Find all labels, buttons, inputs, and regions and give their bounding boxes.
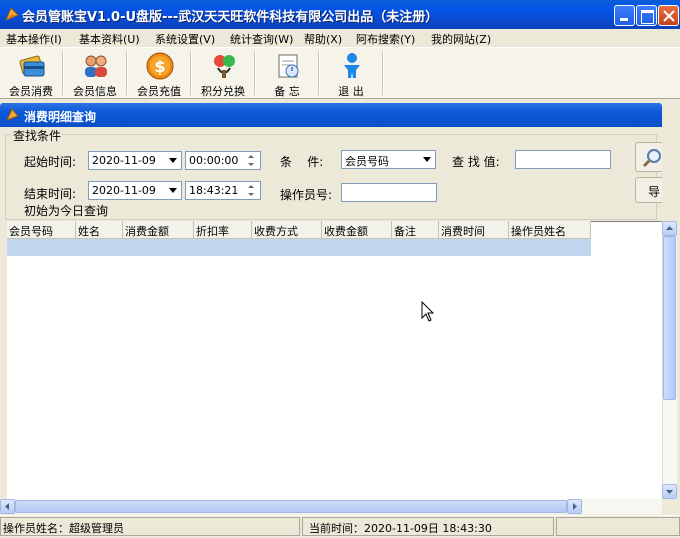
close-button[interactable] xyxy=(658,5,679,26)
toolbar-label: 会员充值 xyxy=(137,85,181,98)
toolbar-label: 会员消费 xyxy=(9,85,53,98)
menu-basic-ops[interactable]: 基本操作(I) xyxy=(6,31,62,47)
child-window-titlebar[interactable] xyxy=(0,103,662,127)
toolbar-separator xyxy=(382,51,384,95)
toolbar-label: 退 出 xyxy=(338,85,364,98)
menu-basic-data[interactable]: 基本资料(U) xyxy=(79,31,140,47)
toolbar-label: 会员信息 xyxy=(73,85,117,98)
vertical-scroll-thumb[interactable] xyxy=(663,236,676,400)
end-date-picker[interactable]: 2020-11-09 xyxy=(88,181,182,200)
init-query-hint: 初始为今日查询 xyxy=(24,204,109,218)
column-header[interactable]: 会员号码 xyxy=(7,221,76,239)
operator-no-input[interactable] xyxy=(341,183,437,202)
condition-value: 会员号码 xyxy=(345,155,389,168)
points-exchange-icon xyxy=(214,55,235,78)
column-header[interactable]: 姓名 xyxy=(76,221,123,239)
chevron-up-icon xyxy=(666,226,673,230)
search-value-label: 查 找 值: xyxy=(452,155,500,169)
end-time-label: 结束时间: xyxy=(24,187,77,201)
window-title: 会员管账宝V1.0-U盘版---武汉天天旺软件科技有限公司出品（未注册） xyxy=(22,10,439,25)
scroll-up-button[interactable] xyxy=(662,221,677,236)
chevron-down-icon[interactable] xyxy=(418,151,435,168)
status-pane-empty xyxy=(556,517,680,536)
column-header[interactable]: 操作员姓名 xyxy=(509,221,591,239)
status-current-time: 当前时间：2020-11-09日 18:43:30 xyxy=(302,517,554,536)
card-payment-icon xyxy=(19,55,45,77)
consumption-detail-grid[interactable] xyxy=(7,221,662,499)
menu-statistics[interactable]: 统计查询(W) xyxy=(230,31,293,47)
end-date-value: 2020-11-09 xyxy=(92,184,156,197)
status-operator: 操作员姓名：超级管理员 xyxy=(0,517,300,536)
menu-my-website[interactable]: 我的网站(Z) xyxy=(431,31,491,47)
toolbar-label: 备 忘 xyxy=(274,85,300,98)
toolbar-points-exchange-button[interactable]: 积分兑换 xyxy=(194,49,252,98)
close-icon xyxy=(663,10,675,22)
maximize-button[interactable] xyxy=(636,5,657,26)
chevron-right-icon xyxy=(573,503,577,510)
toolbar-member-info-button[interactable]: 会员信息 xyxy=(66,49,124,98)
toolbar-exit-button[interactable]: 退 出 xyxy=(322,49,380,98)
condition-label: 条 件: xyxy=(280,155,324,169)
scroll-right-button[interactable] xyxy=(567,499,582,514)
toolbar-separator xyxy=(62,51,64,95)
end-time-value: 18:43:21 xyxy=(189,184,239,197)
toolbar-memo-button[interactable]: 备 忘 xyxy=(258,49,316,98)
selected-table-row[interactable] xyxy=(7,239,591,256)
maximize-icon xyxy=(641,10,654,24)
start-time-value: 00:00:00 xyxy=(189,154,239,167)
condition-select[interactable]: 会员号码 xyxy=(341,150,436,169)
end-time-spinner[interactable]: 18:43:21 xyxy=(185,181,261,200)
child-window-icon xyxy=(6,108,19,121)
operator-no-label: 操作员号: xyxy=(280,188,333,202)
menu-system-settings[interactable]: 系统设置(V) xyxy=(155,31,215,47)
child-window-title: 消费明细查询 xyxy=(24,110,97,124)
toolbar-separator xyxy=(254,51,256,95)
horizontal-scroll-thumb[interactable] xyxy=(15,500,567,513)
column-header[interactable]: 消费金额 xyxy=(123,221,194,239)
scroll-down-button[interactable] xyxy=(662,484,677,499)
toolbar-member-consume-button[interactable]: 会员消费 xyxy=(2,49,60,98)
chevron-down-icon xyxy=(666,490,673,494)
search-button[interactable] xyxy=(635,142,662,172)
dollar-coin-icon: $ xyxy=(146,52,174,80)
toolbar-separator xyxy=(318,51,320,95)
start-date-value: 2020-11-09 xyxy=(92,154,156,167)
memo-icon xyxy=(278,54,299,78)
search-icon xyxy=(642,149,661,168)
app-icon xyxy=(5,7,19,21)
minimize-button[interactable] xyxy=(614,5,635,26)
exit-person-icon xyxy=(344,53,360,78)
column-header[interactable]: 备注 xyxy=(392,221,439,239)
chevron-left-icon xyxy=(5,503,9,510)
column-header[interactable]: 收费金额 xyxy=(322,221,392,239)
column-header[interactable]: 消费时间 xyxy=(439,221,509,239)
scroll-left-button[interactable] xyxy=(0,499,15,514)
toolbar-separator xyxy=(190,51,192,95)
chevron-down-icon[interactable] xyxy=(164,152,181,169)
export-button[interactable]: 导 xyxy=(635,177,662,203)
start-date-picker[interactable]: 2020-11-09 xyxy=(88,151,182,170)
menu-help[interactable]: 帮助(X) xyxy=(304,31,342,47)
menu-abu-search[interactable]: 阿布搜索(Y) xyxy=(356,31,415,47)
start-time-spinner[interactable]: 00:00:00 xyxy=(185,151,261,170)
start-time-label: 起始时间: xyxy=(24,155,77,169)
mouse-cursor-icon xyxy=(421,301,435,322)
column-header[interactable]: 收费方式 xyxy=(252,221,322,239)
minimize-icon xyxy=(620,18,628,21)
spin-arrows-icon[interactable] xyxy=(244,182,260,199)
svg-text:$: $ xyxy=(154,57,165,76)
members-icon xyxy=(85,55,107,77)
column-header[interactable]: 折扣率 xyxy=(194,221,252,239)
query-group-label: 查找条件 xyxy=(12,127,63,144)
search-value-input[interactable] xyxy=(515,150,611,169)
toolbar-label: 积分兑换 xyxy=(201,85,245,98)
toolbar-member-recharge-button[interactable]: $ 会员充值 xyxy=(130,49,188,98)
chevron-down-icon[interactable] xyxy=(164,182,181,199)
spin-arrows-icon[interactable] xyxy=(244,152,260,169)
toolbar-separator xyxy=(126,51,128,95)
